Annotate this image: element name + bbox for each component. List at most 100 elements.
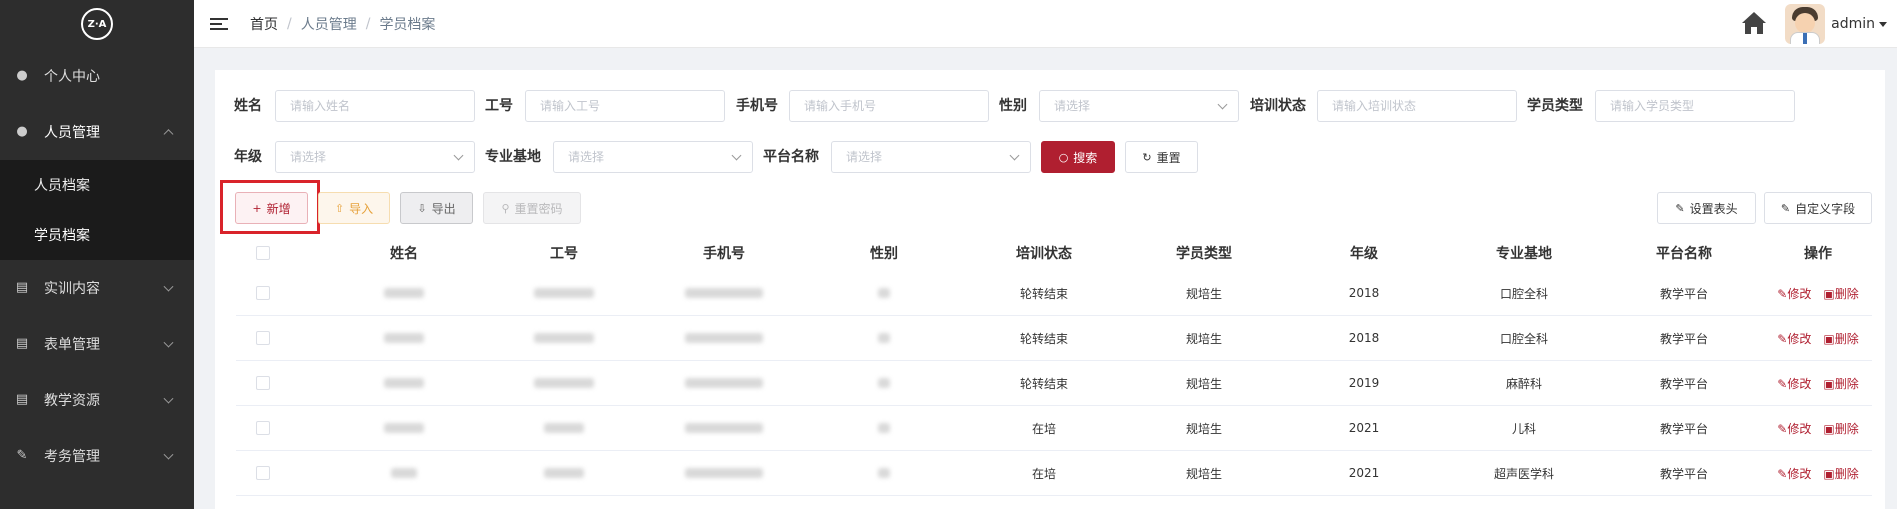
select-all-cell bbox=[236, 235, 290, 271]
trash-icon: ▣ bbox=[1823, 421, 1835, 436]
cell-phone-redacted bbox=[644, 406, 804, 450]
gender-select[interactable]: 请选择 bbox=[1039, 90, 1239, 122]
cell-student-type: 规培生 bbox=[1185, 376, 1222, 391]
delete-link-label: 删除 bbox=[1834, 376, 1859, 391]
cell-grade: 2019 bbox=[1348, 376, 1380, 390]
delete-link[interactable]: ▣删除 bbox=[1823, 285, 1858, 302]
phone-input[interactable]: 请输入手机号 bbox=[789, 90, 989, 122]
delete-link-label: 删除 bbox=[1834, 331, 1859, 346]
cell-job-no-redacted bbox=[484, 406, 644, 450]
train-status-input[interactable]: 请输入培训状态 bbox=[1317, 90, 1517, 122]
form-icon: ▤ bbox=[15, 336, 29, 351]
custom-field-button[interactable]: ✎ 自定义字段 bbox=[1764, 192, 1872, 224]
col-header-grade: 年级 bbox=[1350, 246, 1378, 262]
set-header-button-label: 设置表头 bbox=[1689, 201, 1738, 216]
select-all-checkbox[interactable] bbox=[256, 246, 270, 260]
set-header-button[interactable]: ✎ 设置表头 bbox=[1657, 192, 1756, 224]
refresh-icon: ↻ bbox=[1142, 150, 1152, 164]
menu-toggle-icon[interactable] bbox=[210, 15, 228, 33]
cell-job-no-redacted bbox=[484, 451, 644, 495]
cell-platform: 教学平台 bbox=[1659, 331, 1708, 346]
search-button[interactable]: ○ 搜索 bbox=[1041, 141, 1115, 173]
sidebar-item-label: 人员管理 bbox=[44, 125, 100, 141]
grade-select[interactable]: 请选择 bbox=[275, 141, 475, 173]
sidebar-item-personal-center[interactable]: ● 个人中心 bbox=[0, 48, 194, 104]
row-checkbox[interactable] bbox=[256, 376, 270, 390]
cell-actions: ✎修改 ▣删除 bbox=[1764, 406, 1872, 450]
row-checkbox-cell bbox=[236, 361, 290, 405]
delete-link[interactable]: ▣删除 bbox=[1823, 375, 1858, 392]
cell-grade: 2021 bbox=[1348, 466, 1380, 480]
row-checkbox[interactable] bbox=[256, 466, 270, 480]
base-select[interactable]: 请选择 bbox=[553, 141, 753, 173]
reset-password-button[interactable]: ⚲ 重置密码 bbox=[483, 192, 581, 224]
edit-link[interactable]: ✎修改 bbox=[1777, 330, 1811, 347]
col-header-name: 姓名 bbox=[390, 246, 418, 262]
sidebar-item-label: 个人中心 bbox=[44, 69, 100, 85]
sidebar-item-exams[interactable]: ✎ 考务管理 bbox=[0, 428, 194, 484]
sidebar-subitem-label: 人员档案 bbox=[34, 178, 90, 194]
caret-down-icon[interactable] bbox=[1879, 21, 1887, 27]
delete-link[interactable]: ▣删除 bbox=[1823, 465, 1858, 482]
import-button[interactable]: ⇧ 导入 bbox=[318, 192, 390, 224]
header-right: admin bbox=[1741, 0, 1887, 48]
export-button[interactable]: ⇩ 导出 bbox=[400, 192, 473, 224]
breadcrumb-home[interactable]: 首页 bbox=[250, 14, 278, 34]
cell-student-type: 规培生 bbox=[1185, 286, 1222, 301]
platform-select[interactable]: 请选择 bbox=[831, 141, 1031, 173]
row-checkbox[interactable] bbox=[256, 286, 270, 300]
user-name[interactable]: admin bbox=[1831, 16, 1875, 32]
student-type-label: 学员类型 bbox=[1527, 98, 1583, 114]
cell-actions: ✎修改 ▣删除 bbox=[1764, 271, 1872, 315]
platform-label: 平台名称 bbox=[763, 149, 819, 165]
cell-grade: 2018 bbox=[1348, 331, 1380, 345]
edit-link[interactable]: ✎修改 bbox=[1777, 420, 1811, 437]
breadcrumb: 首页 / 人员管理 / 学员档案 bbox=[250, 14, 435, 34]
sidebar-subitem-student-archive[interactable]: 学员档案 bbox=[0, 210, 194, 260]
edit-link[interactable]: ✎修改 bbox=[1777, 375, 1811, 392]
avatar[interactable] bbox=[1785, 4, 1826, 44]
table-header-row: 姓名 工号 手机号 性别 培训状态 学员类型 年级 专业基地 平台名称 操作 bbox=[236, 235, 1872, 271]
trash-icon: ▣ bbox=[1823, 286, 1835, 301]
reset-button[interactable]: ↻ 重置 bbox=[1125, 141, 1198, 173]
row-checkbox-cell bbox=[236, 271, 290, 315]
row-checkbox[interactable] bbox=[256, 331, 270, 345]
top-header: 首页 / 人员管理 / 学员档案 admin bbox=[194, 0, 1897, 48]
name-input[interactable]: 请输入姓名 bbox=[275, 90, 475, 122]
cell-job-no-redacted bbox=[484, 361, 644, 405]
user-icon: ● bbox=[16, 68, 28, 83]
home-icon[interactable] bbox=[1741, 12, 1767, 36]
student-type-input[interactable]: 请输入学员类型 bbox=[1595, 90, 1795, 122]
cell-job-no-redacted bbox=[484, 316, 644, 360]
sidebar-item-personnel[interactable]: ● 人员管理 bbox=[0, 104, 194, 160]
cell-actions: ✎修改 ▣删除 bbox=[1764, 361, 1872, 405]
job-no-input[interactable]: 请输入工号 bbox=[525, 90, 725, 122]
chevron-up-icon bbox=[163, 129, 174, 140]
cell-gender-redacted bbox=[804, 361, 964, 405]
edit-icon: ✎ bbox=[1777, 331, 1788, 346]
phone-label: 手机号 bbox=[736, 98, 778, 114]
cell-student-type: 规培生 bbox=[1185, 466, 1222, 481]
cell-grade: 2018 bbox=[1348, 286, 1380, 300]
train-status-label: 培训状态 bbox=[1250, 98, 1306, 114]
trash-icon: ▣ bbox=[1823, 331, 1835, 346]
delete-link[interactable]: ▣删除 bbox=[1823, 420, 1858, 437]
resource-icon: ▤ bbox=[15, 392, 29, 407]
sidebar-item-training[interactable]: ▤ 实训内容 bbox=[0, 260, 194, 316]
sidebar-item-label: 教学资源 bbox=[44, 393, 100, 409]
delete-link[interactable]: ▣删除 bbox=[1823, 330, 1858, 347]
cell-phone-redacted bbox=[644, 361, 804, 405]
edit-link[interactable]: ✎修改 bbox=[1777, 465, 1811, 482]
row-checkbox-cell bbox=[236, 451, 290, 495]
edit-link[interactable]: ✎修改 bbox=[1777, 285, 1811, 302]
cell-platform: 教学平台 bbox=[1659, 466, 1708, 481]
breadcrumb-personnel: 人员管理 bbox=[300, 16, 357, 33]
row-checkbox[interactable] bbox=[256, 421, 270, 435]
sidebar-item-forms[interactable]: ▤ 表单管理 bbox=[0, 316, 194, 372]
sidebar-subitem-staff-archive[interactable]: 人员档案 bbox=[0, 160, 194, 210]
exam-icon: ✎ bbox=[16, 448, 28, 463]
cell-phone-redacted bbox=[644, 271, 804, 315]
cell-name-redacted bbox=[324, 451, 484, 495]
grade-label: 年级 bbox=[234, 149, 262, 165]
sidebar-item-resources[interactable]: ▤ 教学资源 bbox=[0, 372, 194, 428]
